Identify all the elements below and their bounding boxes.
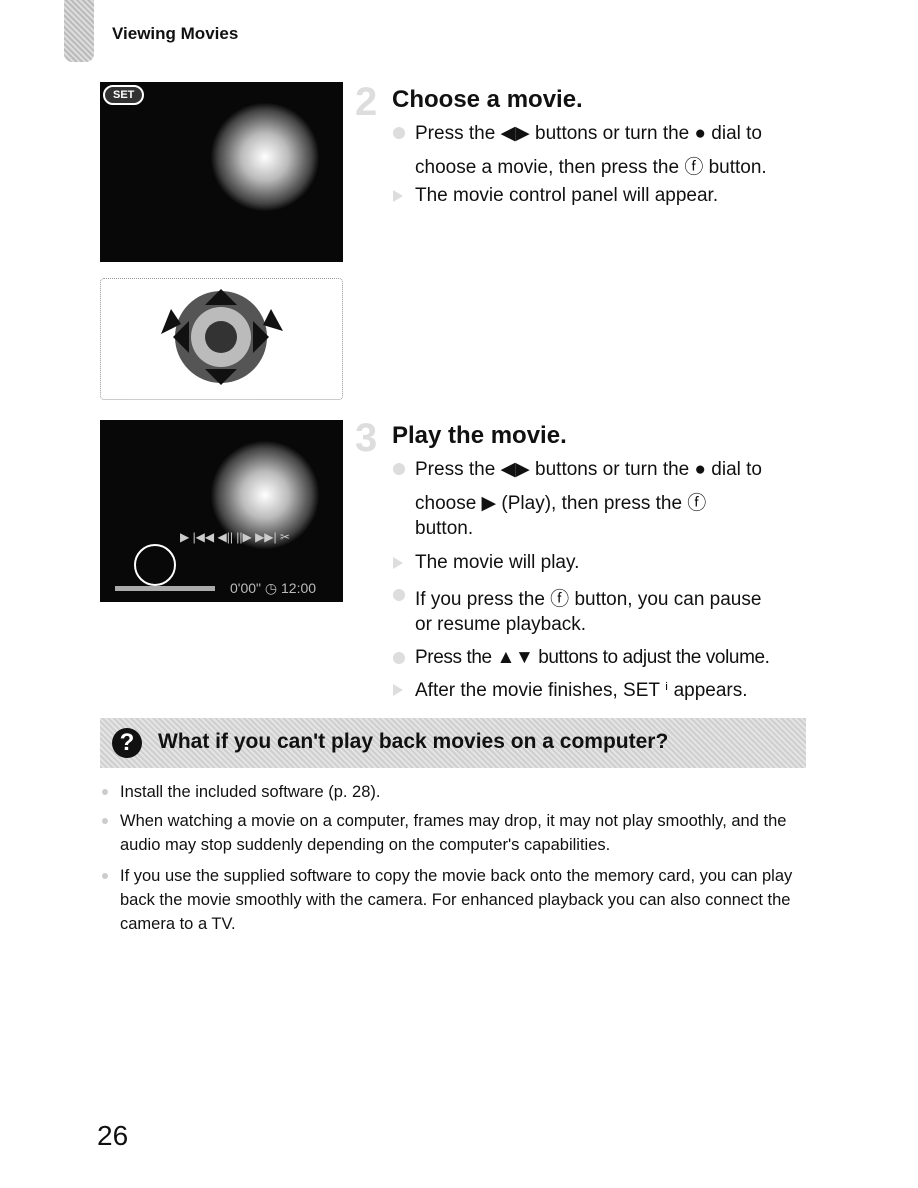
tip-item: If you use the supplied software to copy…	[102, 864, 810, 936]
question-icon: ?	[112, 728, 142, 758]
movie-screen-image: SET	[100, 82, 343, 262]
movie-playback-image: ▶ |◀◀ ◀|| ||▶ ▶▶| ✂ 0'00" ◷ 12:00	[100, 420, 343, 602]
page-number: 26	[97, 1120, 129, 1151]
step-text: button.	[415, 518, 474, 539]
step-text: Press the ◀▶ buttons or turn the ● dial …	[393, 458, 762, 481]
playback-time: 0'00" ◷ 12:00	[230, 580, 317, 596]
step-text: If you press the ⓕ button, you can pause	[393, 584, 761, 611]
control-dial-icon	[161, 289, 283, 385]
step-result: The movie control panel will appear.	[393, 185, 718, 207]
tip-title: What if you can't play back movies on a …	[158, 730, 669, 753]
step-text: Press the ◀▶ buttons or turn the ● dial …	[393, 122, 762, 145]
step-text: choose ▶ (Play), then press the ⓕ	[415, 493, 707, 514]
step-title: Choose a movie.	[392, 86, 583, 113]
step-text: or resume playback.	[415, 614, 587, 635]
set-badge: SET	[103, 85, 145, 105]
control-dial-illustration	[100, 278, 343, 400]
step-text: Press the ▲▼ buttons to adjust the volum…	[393, 647, 770, 669]
manual-page: Viewing Movies SET ▶ |◀◀ ◀|| ||▶ ▶▶| ✂ 0…	[0, 0, 918, 1188]
tip-item: When watching a movie on a computer, fra…	[102, 809, 810, 857]
play-selected-icon	[134, 544, 176, 586]
step-text: choose a movie, then press the ⓕ button.	[415, 157, 767, 178]
tip-banner: ? What if you can't play back movies on …	[100, 718, 806, 768]
section-title: Viewing Movies	[112, 24, 239, 43]
step-number: 2	[355, 80, 378, 124]
step-result: After the movie finishes, SET ⁱ appears.	[393, 679, 748, 702]
movie-control-panel: ▶ |◀◀ ◀|| ||▶ ▶▶| ✂	[180, 530, 291, 544]
step-number: 3	[355, 416, 378, 460]
playback-progress-bar	[115, 586, 215, 591]
step-result: The movie will play.	[393, 552, 579, 574]
tip-item: Install the included software (p. 28).	[102, 780, 810, 804]
chapter-tab	[64, 0, 94, 62]
step-title: Play the movie.	[392, 422, 567, 449]
